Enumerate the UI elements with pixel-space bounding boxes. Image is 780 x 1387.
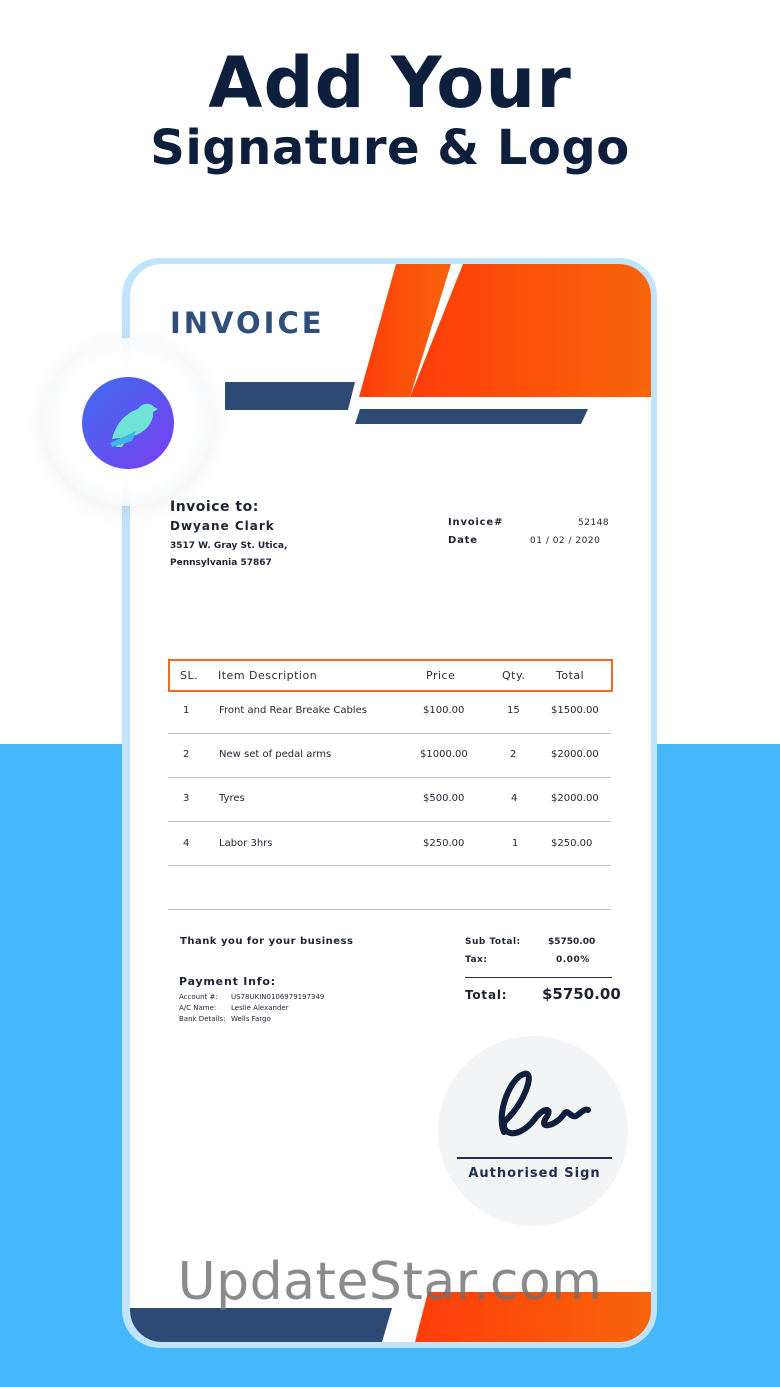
row1-price: $100.00 — [423, 705, 465, 716]
row1-total: $1500.00 — [551, 705, 599, 716]
row3-price: $500.00 — [423, 793, 465, 804]
total-label: Total: — [465, 988, 508, 1002]
row3-description: Tyres — [219, 793, 245, 804]
row4-sl: 4 — [183, 838, 190, 849]
col-header-qty: Qty. — [502, 669, 526, 682]
tax-value: 0.00% — [556, 955, 590, 965]
row2-price: $1000.00 — [420, 749, 468, 760]
row1-qty: 15 — [507, 705, 520, 716]
col-header-total: Total — [556, 669, 585, 682]
row-divider — [168, 865, 611, 866]
invoice-title: INVOICE — [170, 306, 325, 340]
col-header-description: Item Description — [218, 669, 318, 682]
bank-value: Wells Fargo — [231, 1015, 271, 1023]
row-divider — [168, 777, 611, 778]
row-divider — [168, 821, 611, 822]
row3-qty: 4 — [511, 793, 518, 804]
client-name: Dwyane Clark — [170, 519, 275, 533]
row4-description: Labor 3hrs — [219, 838, 273, 849]
row-divider — [168, 733, 611, 734]
row3-total: $2000.00 — [551, 793, 599, 804]
row2-total: $2000.00 — [551, 749, 599, 760]
account-value: US78UKIN0106979197349 — [231, 993, 325, 1001]
row2-description: New set of pedal arms — [219, 749, 332, 760]
row2-qty: 2 — [510, 749, 517, 760]
invoice-number-label: Invoice# — [448, 517, 504, 528]
invoice-date-value: 01 / 02 / 2020 — [530, 536, 601, 546]
client-address-line2: Pennsylvania 57867 — [170, 558, 272, 568]
client-address-line1: 3517 W. Gray St. Utica, — [170, 541, 288, 551]
subtotal-label: Sub Total: — [465, 937, 521, 947]
col-header-sl: SL. — [180, 669, 199, 682]
bill-to-label: Invoice to: — [170, 499, 259, 515]
row4-qty: 1 — [512, 838, 519, 849]
total-value: $5750.00 — [542, 985, 621, 1003]
row1-sl: 1 — [183, 705, 190, 716]
account-label: Account #: — [179, 993, 218, 1001]
acname-value: Leslie Alexander — [231, 1004, 289, 1012]
signature-icon[interactable] — [484, 1060, 604, 1150]
bird-glyph — [110, 403, 158, 447]
payment-info-title: Payment Info: — [179, 975, 276, 988]
row3-sl: 3 — [183, 793, 190, 804]
invoice-date-label: Date — [448, 535, 478, 546]
table-bottom-divider — [168, 909, 611, 910]
acname-label: A/C Name: — [179, 1004, 217, 1012]
hero-title-line2: Signature & Logo — [150, 120, 630, 176]
watermark-text: UpdateStar.com — [177, 1252, 603, 1312]
tax-label: Tax: — [465, 955, 488, 965]
row4-price: $250.00 — [423, 838, 465, 849]
bank-label: Bank Details: — [179, 1015, 226, 1023]
signature-line — [457, 1157, 612, 1159]
subtotal-value: $5750.00 — [548, 937, 596, 947]
authorised-sign-label: Authorised Sign — [468, 1166, 601, 1181]
invoice-number-value: 52148 — [578, 518, 610, 528]
row2-sl: 2 — [183, 749, 190, 760]
col-header-price: Price — [426, 669, 456, 682]
row4-total: $250.00 — [551, 838, 593, 849]
row1-description: Front and Rear Breake Cables — [219, 705, 367, 716]
bird-logo-icon[interactable] — [82, 377, 174, 469]
totals-divider — [465, 977, 612, 978]
thanks-message: Thank you for your business — [180, 936, 354, 947]
hero-title-line1: Add Your — [208, 42, 572, 124]
